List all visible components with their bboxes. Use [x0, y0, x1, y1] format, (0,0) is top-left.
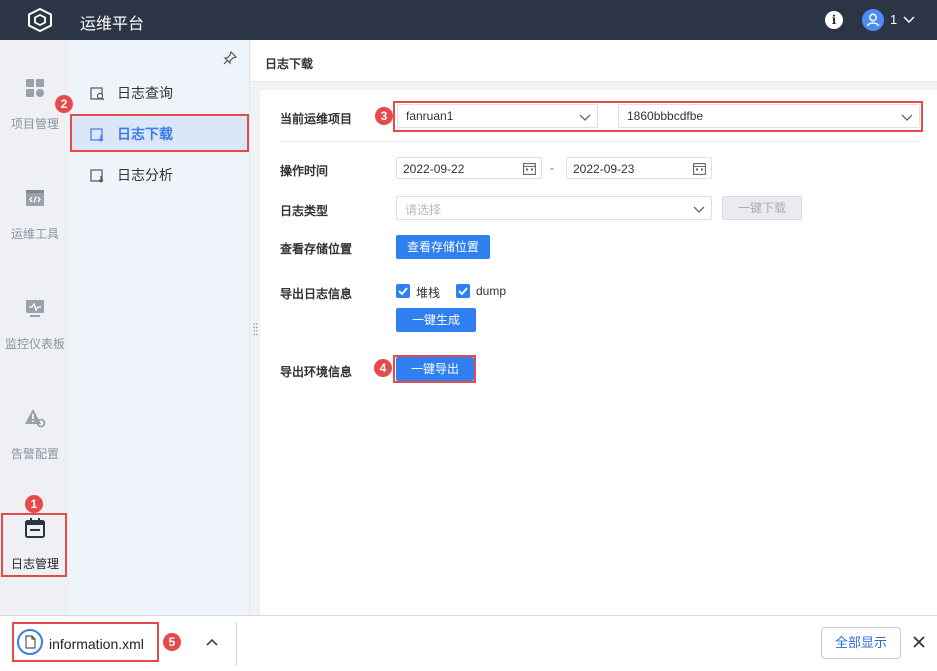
submenu-item-log-query[interactable]: 日志查询: [70, 75, 250, 111]
highlight-download: [12, 622, 159, 662]
chevron-down-icon: [693, 206, 705, 213]
stack-checkbox[interactable]: [396, 284, 410, 298]
nav-item-label: 告警配置: [10, 447, 59, 461]
chevron-down-icon[interactable]: [903, 13, 915, 25]
calendar-icon: [693, 163, 706, 175]
dump-checkbox-label: dump: [476, 284, 507, 298]
step-badge-3: 3: [375, 107, 393, 125]
log-type-placeholder: 请选择: [405, 203, 442, 217]
nav-item-label: 运维工具: [10, 227, 59, 241]
step-badge-5: 5: [163, 633, 181, 651]
start-date-value: 2022-09-22: [403, 162, 465, 176]
user-name[interactable]: 1: [890, 12, 897, 27]
view-storage-button[interactable]: 查看存储位置: [396, 235, 490, 259]
cube-logo-icon: [28, 8, 52, 32]
divider: [280, 141, 921, 142]
step-badge-2: 2: [55, 95, 73, 113]
export-log-label: 导出日志信息: [280, 287, 353, 301]
chevron-up-icon[interactable]: [205, 635, 219, 649]
info-icon[interactable]: i: [825, 11, 843, 29]
download-button[interactable]: 一键下载: [722, 196, 802, 220]
log-search-icon: [90, 87, 105, 101]
user-avatar-icon[interactable]: [862, 9, 884, 31]
step-badge-4: 4: [374, 359, 392, 377]
nav-item-ops-tools[interactable]: 运维工具: [0, 187, 70, 257]
submenu-item-label: 日志分析: [117, 167, 173, 183]
alert-gear-icon: [25, 409, 46, 428]
project-label: 当前运维项目: [280, 112, 353, 126]
storage-label: 查看存储位置: [280, 242, 353, 256]
nav-item-label: 监控仪表板: [4, 337, 65, 351]
nav-item-label: 项目管理: [10, 117, 59, 131]
page-title: 日志下载: [265, 57, 314, 71]
page-header: 日志下载: [251, 40, 937, 82]
submenu-item-log-analysis[interactable]: 日志分析: [70, 157, 250, 193]
start-date-input[interactable]: 2022-09-22: [396, 157, 542, 179]
pin-icon[interactable]: [222, 50, 238, 66]
highlight-export: [393, 355, 476, 383]
highlight-log-download: [70, 114, 249, 152]
highlight-nav-logs: [1, 513, 67, 577]
grid-icon: [26, 79, 44, 97]
generate-button[interactable]: 一键生成: [396, 308, 476, 332]
export-env-label: 导出环境信息: [280, 365, 353, 379]
end-date-input[interactable]: 2022-09-23: [566, 157, 712, 179]
submenu-item-label: 日志查询: [117, 85, 173, 101]
monitor-icon: [26, 300, 44, 317]
stack-checkbox-label: 堆栈: [416, 286, 441, 300]
dump-checkbox[interactable]: [456, 284, 470, 298]
time-label: 操作时间: [280, 164, 329, 178]
show-all-button[interactable]: 全部显示: [821, 627, 901, 659]
log-type-select[interactable]: 请选择: [396, 196, 712, 220]
log-analysis-icon: [90, 169, 104, 183]
nav-item-alerts[interactable]: 告警配置: [0, 407, 70, 477]
app-title: 运维平台: [80, 16, 145, 33]
calendar-icon: [523, 163, 536, 175]
check-icon: [458, 287, 468, 296]
divider: [236, 622, 237, 666]
log-type-label: 日志类型: [280, 204, 329, 218]
highlight-project: [393, 101, 923, 132]
end-date-value: 2022-09-23: [573, 162, 635, 176]
drag-handle-icon[interactable]: [253, 322, 258, 336]
close-icon[interactable]: [911, 634, 927, 650]
code-window-icon: [26, 190, 44, 206]
date-separator: -: [550, 161, 554, 175]
step-badge-1: 1: [25, 495, 43, 513]
check-icon: [398, 287, 408, 296]
top-bar: 运维平台 i 1: [0, 0, 937, 40]
nav-item-monitor[interactable]: 监控仪表板: [0, 297, 70, 367]
